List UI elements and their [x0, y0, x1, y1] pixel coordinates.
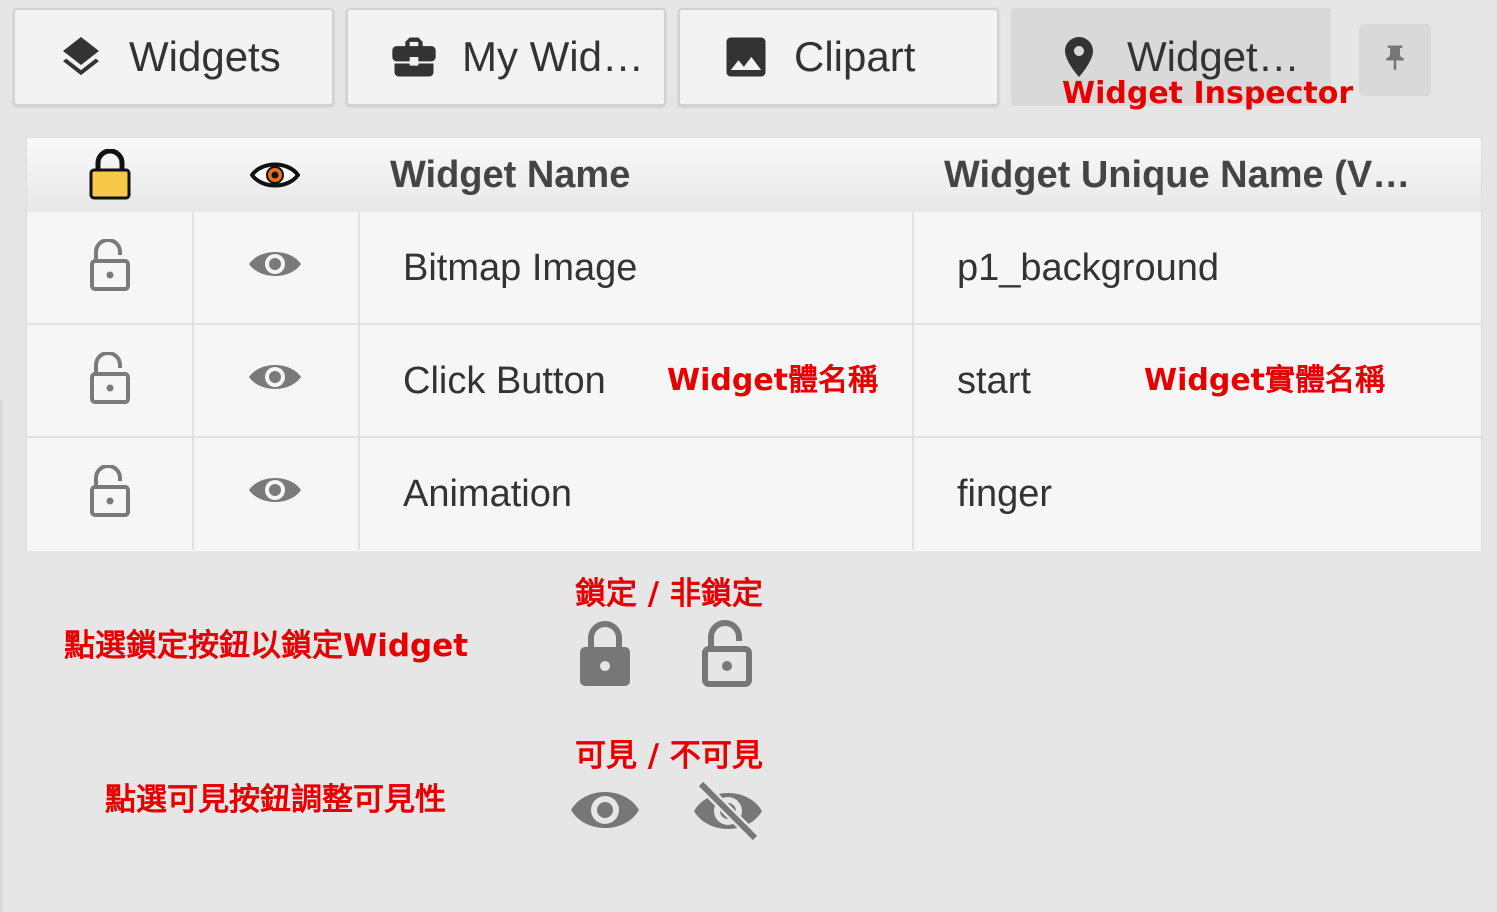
tab-label: Clipart [794, 33, 916, 80]
column-divider [358, 212, 360, 550]
widget-name-cell: Animation [403, 473, 572, 515]
annotation-widget-unique: Widget實體名稱 [1144, 363, 1386, 398]
header-widget-unique-name[interactable]: Widget Unique Name (V… [944, 138, 1410, 212]
tab-widgets[interactable]: Widgets [13, 8, 334, 106]
eye-icon[interactable] [247, 244, 303, 284]
annotation-lock-title: 鎖定 / 非鎖定 [575, 576, 763, 612]
left-border [0, 400, 3, 912]
tab-label: Widgets [129, 33, 281, 80]
unlock-icon[interactable] [85, 236, 135, 296]
tab-label: My Wid… [462, 33, 644, 80]
header-widget-name[interactable]: Widget Name [390, 138, 630, 212]
tab-my-widgets[interactable]: My Wid… [346, 8, 666, 106]
annotation-widget-name: Widget體名稱 [667, 363, 879, 398]
eye-icon[interactable] [247, 357, 303, 397]
annotation-visible-title: 可見 / 不可見 [575, 738, 763, 774]
lock-icon [578, 620, 632, 693]
table-row[interactable]: Animation finger [27, 438, 1481, 551]
annotation-lock-desc: 點選鎖定按鈕以鎖定Widget [64, 628, 469, 664]
tab-clipart[interactable]: Clipart [678, 8, 999, 106]
tab-label: Widget… [1127, 33, 1300, 80]
unlock-icon[interactable] [85, 462, 135, 522]
column-divider [912, 212, 914, 550]
widget-unique-cell: finger [957, 473, 1053, 515]
widget-name-cell: Bitmap Image [403, 247, 638, 289]
unlock-icon[interactable] [85, 349, 135, 409]
hidden-eye-icon [691, 780, 765, 847]
image-icon [718, 29, 774, 85]
annotation-inspector: Widget Inspector [1062, 76, 1354, 111]
eye-all-icon[interactable] [249, 155, 301, 195]
visible-eye-icon [569, 782, 641, 843]
pin-button[interactable] [1359, 24, 1431, 96]
widget-table: Widget Name Widget Unique Name (V… Bitma… [26, 137, 1482, 551]
briefcase-icon [386, 29, 442, 85]
annotation-visible-desc: 點選可見按鈕調整可見性 [105, 782, 446, 818]
pushpin-icon [1380, 40, 1410, 81]
widget-name-cell: Click Button [403, 360, 606, 402]
layers-icon [53, 29, 109, 85]
column-divider [192, 212, 194, 550]
unlock-icon [700, 620, 754, 693]
widget-unique-cell: start [957, 360, 1031, 402]
eye-icon[interactable] [247, 470, 303, 510]
table-header: Widget Name Widget Unique Name (V… [27, 138, 1481, 213]
lock-all-icon[interactable] [87, 147, 133, 203]
table-row[interactable]: Click Button Widget體名稱 start Widget實體名稱 [27, 325, 1481, 438]
table-row[interactable]: Bitmap Image p1_background [27, 212, 1481, 325]
widget-unique-cell: p1_background [957, 247, 1219, 289]
